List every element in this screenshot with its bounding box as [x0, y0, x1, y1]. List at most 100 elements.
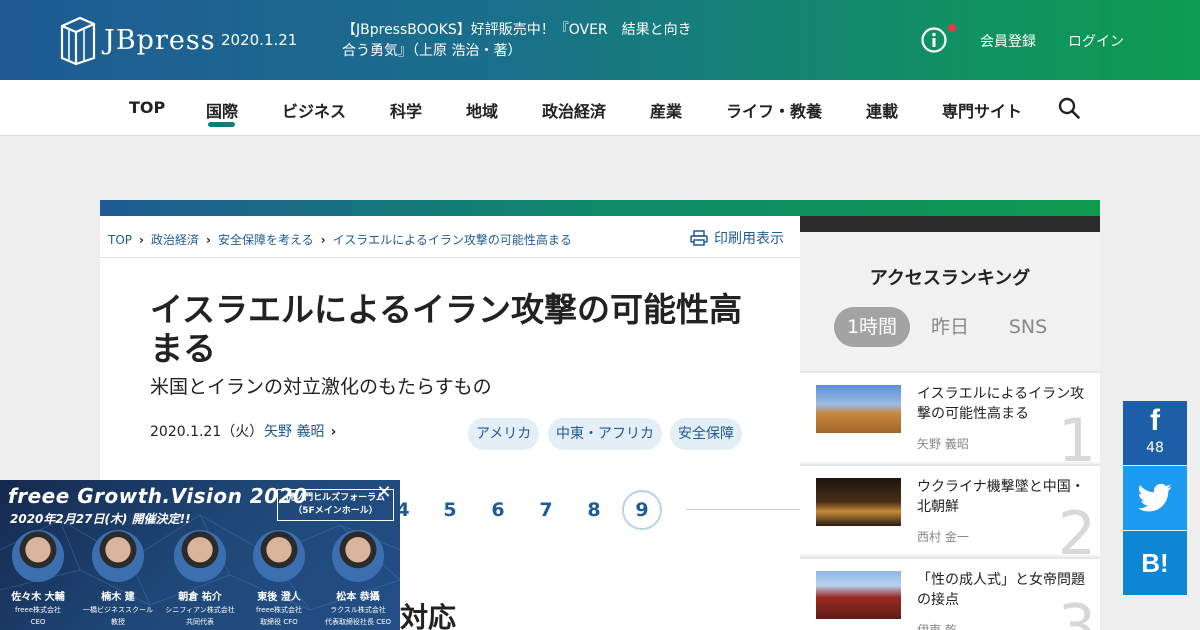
ad-speaker: 朝倉 祐介 シニフィアン株式会社 共同代表	[160, 530, 240, 627]
ranking-item-author: 伊東 乾	[917, 623, 957, 630]
ad-speaker: 松本 恭攝 ラクスル株式会社 代表取締役社長 CEO	[318, 530, 398, 627]
nav-item-business[interactable]: ビジネス	[282, 98, 346, 122]
site-header: JBpress 2020.1.21 【JBpressBOOKS】好評販売中！『O…	[0, 0, 1200, 80]
close-icon[interactable]: ✕	[374, 484, 394, 504]
article-date: 2020.1.21（火）	[150, 424, 264, 440]
ranking-thumbnail	[816, 571, 901, 619]
page-link-5[interactable]: 5	[430, 499, 470, 521]
ad-speaker: 佐々木 大輔 freee株式会社 CEO	[0, 530, 78, 627]
speaker-title: CEO	[30, 618, 46, 626]
speaker-photo	[253, 530, 305, 582]
ad-title: freee Growth.Vision 2020	[8, 484, 308, 508]
article-title: イスラエルによるイラン攻撃の可能性高まる	[150, 290, 743, 368]
speaker-name: 佐々木 大輔	[11, 592, 65, 603]
ad-speaker: 東後 澄人 freee株式会社 取締役 CFO	[239, 530, 319, 627]
nav-item-top[interactable]: TOP	[129, 98, 165, 117]
chevron-right-icon: ›	[330, 424, 337, 440]
ranking-number: 1	[1057, 406, 1096, 476]
ranking-item[interactable]: イスラエルによるイラン攻撃の可能性高まる 矢野 義昭 1	[800, 371, 1100, 471]
tag-security[interactable]: 安全保障	[670, 418, 742, 450]
speaker-org: 一橋ビジネススクール	[83, 606, 153, 614]
ad-venue-hall: （5Fメインホール）	[293, 506, 378, 516]
breadcrumb-divider	[100, 257, 800, 258]
ranking-tab-yesterday[interactable]: 昨日	[920, 307, 980, 347]
ranking-tab-sns[interactable]: SNS	[996, 307, 1060, 347]
section-heading: 対応	[400, 601, 457, 630]
ad-date: 2020年2月27日(木) 開催決定!!	[10, 512, 191, 526]
twitter-share-button[interactable]	[1123, 466, 1187, 530]
article-subtitle: 米国とイランの対立激化のもたらすもの	[150, 376, 492, 398]
notification-dot	[948, 24, 956, 32]
register-link[interactable]: 会員登録	[980, 31, 1036, 51]
breadcrumb-item[interactable]: 政治経済	[151, 233, 199, 247]
breadcrumb-item[interactable]: TOP	[108, 233, 132, 247]
speaker-org: シニフィアン株式会社	[165, 606, 235, 614]
logo-mark-icon	[60, 16, 96, 66]
printer-icon	[690, 230, 708, 246]
tag-middle-east-africa[interactable]: 中東・アフリカ	[548, 418, 662, 450]
author-name: 矢野 義昭	[264, 424, 325, 440]
page-link-8[interactable]: 8	[574, 499, 614, 521]
nav-item-series[interactable]: 連載	[866, 98, 898, 122]
nav-active-indicator	[208, 122, 235, 127]
speaker-org: ラクスル株式会社	[330, 606, 386, 614]
author-link[interactable]: 矢野 義昭 ›	[264, 421, 336, 441]
page-link-6[interactable]: 6	[478, 499, 518, 521]
ad-banner[interactable]: freee Growth.Vision 2020 2020年2月27日(木) 開…	[0, 480, 400, 630]
nav-item-life-culture[interactable]: ライフ・教養	[726, 98, 822, 122]
breadcrumb-item[interactable]: イスラエルによるイラン攻撃の可能性高まる	[333, 233, 572, 247]
ad-speaker: 楠木 建 一橋ビジネススクール 教授	[78, 530, 158, 627]
nav-item-special-sites[interactable]: 専門サイト	[942, 98, 1022, 122]
current-page: 9	[622, 490, 662, 530]
ranking-title: アクセスランキング	[869, 268, 1031, 289]
page-link-7[interactable]: 7	[526, 499, 566, 521]
speaker-org: freee株式会社	[255, 606, 303, 614]
ranking-number: 3	[1057, 592, 1096, 630]
main-nav: TOP 国際 ビジネス 科学 地域 政治経済 産業 ライフ・教養 連載 専門サイ…	[0, 80, 1200, 136]
print-link[interactable]: 印刷用表示	[690, 228, 784, 248]
speaker-photo	[92, 530, 144, 582]
speaker-name: 楠木 建	[101, 592, 135, 603]
content-top-bar	[100, 200, 1100, 216]
nav-item-industry[interactable]: 産業	[650, 98, 682, 122]
breadcrumb-item[interactable]: 安全保障を考える	[218, 233, 314, 247]
facebook-share-button[interactable]: f 48	[1123, 401, 1187, 465]
chevron-right-icon: ›	[205, 233, 211, 247]
pagination-divider	[686, 509, 800, 510]
ranking-thumbnail	[816, 478, 901, 526]
nav-item-international[interactable]: 国際	[206, 98, 238, 122]
breadcrumb: TOP › 政治経済 › 安全保障を考える › イスラエルによるイラン攻撃の可能性高まる	[108, 231, 572, 248]
ranking-number: 2	[1057, 499, 1096, 569]
facebook-icon: f	[1150, 404, 1160, 437]
speaker-photo	[174, 530, 226, 582]
tag-america[interactable]: アメリカ	[468, 418, 540, 450]
logo-text: JBpress	[104, 24, 216, 56]
ranking-sidebar: アクセスランキング 1時間 昨日 SNS イスラエルによるイラン攻撃の可能性高ま…	[800, 216, 1100, 630]
nav-item-science[interactable]: 科学	[390, 98, 422, 122]
sidebar-top-bar	[800, 216, 1100, 232]
info-icon[interactable]	[921, 27, 947, 53]
search-icon[interactable]	[1058, 97, 1080, 119]
ranking-item[interactable]: 「性の成人式」と女帝問題の接点 伊東 乾 3	[800, 557, 1100, 630]
speaker-title: 代表取締役社長 CEO	[324, 618, 392, 626]
speaker-name: 朝倉 祐介	[178, 592, 222, 603]
ranking-item[interactable]: ウクライナ機撃墜と中国・北朝鮮 西村 金一 2	[800, 464, 1100, 564]
login-link[interactable]: ログイン	[1068, 31, 1124, 51]
header-promo-link[interactable]: 【JBpressBOOKS】好評販売中！『OVER 結果と向き合う勇気』（上原 …	[342, 20, 692, 62]
speaker-name: 松本 恭攝	[336, 592, 380, 603]
twitter-bird-icon	[1138, 483, 1172, 512]
facebook-share-count: 48	[1146, 440, 1164, 456]
nav-item-region[interactable]: 地域	[466, 98, 498, 122]
site-logo[interactable]: JBpress	[58, 14, 216, 66]
speaker-org: freee株式会社	[14, 606, 62, 614]
speaker-title: 取締役 CFO	[260, 618, 298, 626]
chevron-right-icon: ›	[139, 233, 144, 247]
speaker-title: 共同代表	[186, 618, 214, 626]
ranking-item-author: 矢野 義昭	[917, 437, 969, 451]
ranking-tab-hour[interactable]: 1時間	[834, 307, 910, 347]
hatena-bookmark-button[interactable]: B!	[1123, 531, 1187, 595]
speaker-photo	[12, 530, 64, 582]
nav-item-politics-economy[interactable]: 政治経済	[542, 98, 606, 122]
print-label: 印刷用表示	[714, 231, 784, 247]
chevron-right-icon: ›	[320, 233, 326, 247]
